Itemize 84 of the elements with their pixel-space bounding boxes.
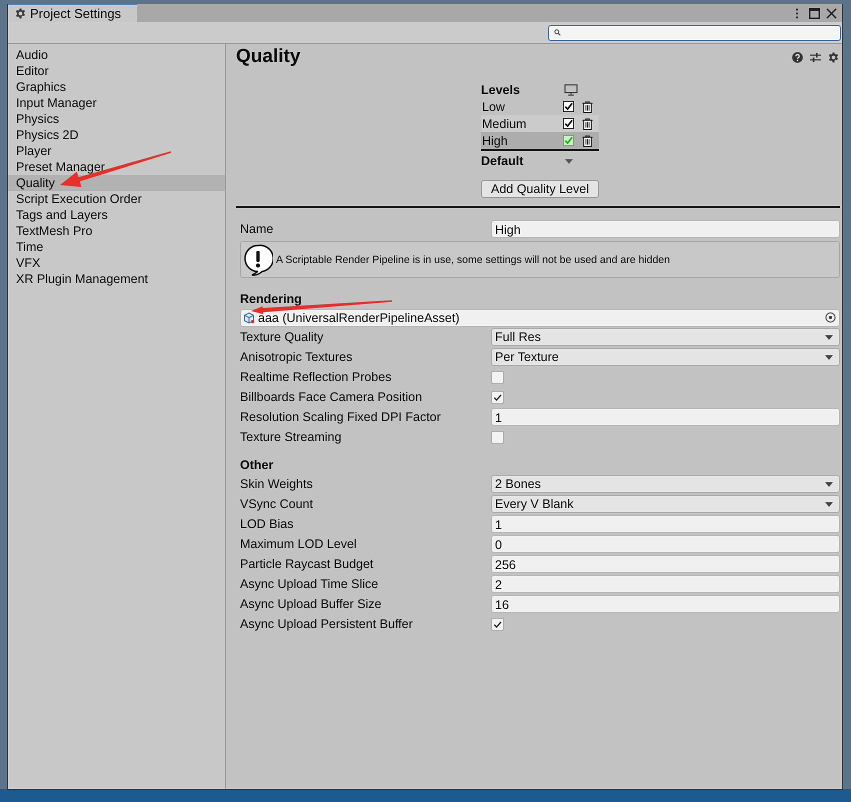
sidebar-item[interactable]: Time xyxy=(8,239,225,255)
sidebar-item[interactable]: Input Manager xyxy=(8,95,225,111)
sidebar-item[interactable]: Player xyxy=(8,143,225,159)
text-field[interactable]: High xyxy=(491,220,840,238)
text-field[interactable]: 0 xyxy=(491,535,840,553)
close-icon[interactable] xyxy=(826,8,837,18)
level-row[interactable]: Medium xyxy=(481,115,599,132)
field-label: Billboards Face Camera Position xyxy=(240,390,424,404)
checkbox[interactable] xyxy=(491,618,504,630)
sidebar-item[interactable]: Audio xyxy=(8,47,225,63)
window-tab[interactable]: Project Settings xyxy=(8,4,137,22)
field-label: Skin Weights xyxy=(240,477,314,491)
caret-icon xyxy=(825,502,833,506)
checkbox[interactable] xyxy=(491,430,504,444)
search-icon xyxy=(554,29,561,36)
sidebar-item[interactable]: XR Plugin Management xyxy=(8,271,225,287)
add-quality-level-button[interactable]: Add Quality Level xyxy=(481,180,599,198)
text-field[interactable]: 2 xyxy=(491,575,840,593)
level-name: High xyxy=(481,134,509,148)
sidebar-item[interactable]: Graphics xyxy=(8,79,225,95)
warning-bubble-icon xyxy=(243,244,273,276)
level-row[interactable]: High xyxy=(481,132,599,151)
dropdown-caret-icon[interactable] xyxy=(565,158,573,164)
search-field[interactable] xyxy=(548,24,841,40)
more-options-icon[interactable] xyxy=(795,8,799,18)
field-label: Texture Streaming xyxy=(240,430,342,444)
caret-icon xyxy=(825,354,833,360)
sidebar-item[interactable]: Preset Manager xyxy=(8,159,225,175)
warning-text: A Scriptable Render Pipeline is in use, some settings will not be used and are hidden xyxy=(276,254,670,266)
checkbox[interactable] xyxy=(563,118,574,129)
text-field[interactable]: 16 xyxy=(491,595,840,613)
checkbox[interactable] xyxy=(563,135,574,146)
object-picker-icon[interactable] xyxy=(825,312,836,323)
field-label: Async Upload Buffer Size xyxy=(240,597,383,611)
sidebar-item[interactable]: TextMesh Pro xyxy=(8,223,225,239)
dropdown-field[interactable]: 2 Bones xyxy=(491,475,840,493)
field-label: VSync Count xyxy=(240,497,314,511)
settings-icon[interactable] xyxy=(828,52,839,62)
sidebar-item[interactable]: VFX xyxy=(8,255,225,271)
text-field[interactable]: 1 xyxy=(491,408,840,426)
sidebar-item[interactable]: Physics 2D xyxy=(8,127,225,143)
field-label: Particle Raycast Budget xyxy=(240,557,374,571)
field-label: Resolution Scaling Fixed DPI Factor xyxy=(240,410,442,424)
maximize-icon[interactable] xyxy=(809,8,820,18)
field-label: Name xyxy=(240,222,274,236)
sidebar-item[interactable]: Script Execution Order xyxy=(8,191,225,207)
column-heading: Levels xyxy=(481,82,521,96)
trash-icon[interactable] xyxy=(582,134,593,146)
monitor-icon xyxy=(564,84,578,96)
field-label: LOD Bias xyxy=(240,517,294,531)
checkbox[interactable] xyxy=(563,101,574,112)
checkbox[interactable] xyxy=(491,370,504,384)
caret-icon xyxy=(825,482,833,486)
section-heading: Other xyxy=(240,458,274,472)
trash-icon[interactable] xyxy=(582,100,593,112)
sidebar-item[interactable]: Quality xyxy=(8,175,225,191)
dropdown-field[interactable]: Full Res xyxy=(491,328,840,346)
text-field[interactable]: 256 xyxy=(491,555,840,573)
sidebar-item[interactable]: Editor xyxy=(8,63,225,79)
level-name: Medium xyxy=(481,116,528,130)
caret-icon xyxy=(825,334,833,340)
default-label: Default xyxy=(481,154,524,168)
section-heading: Rendering xyxy=(240,292,302,306)
text-field[interactable]: 1 xyxy=(491,515,840,533)
checkbox[interactable] xyxy=(491,390,504,404)
level-name: Low xyxy=(481,100,506,114)
field-label: Maximum LOD Level xyxy=(240,537,358,551)
field-label: Realtime Reflection Probes xyxy=(240,370,392,384)
object-field[interactable]: aaa (UniversalRenderPipelineAsset) xyxy=(240,308,840,326)
sidebar-item[interactable]: Tags and Layers xyxy=(8,207,225,223)
field-label: Async Upload Persistent Buffer xyxy=(240,617,414,631)
field-label: Anisotropic Textures xyxy=(240,350,354,364)
level-row[interactable]: Low xyxy=(481,98,599,115)
field-label: Texture Quality xyxy=(240,330,324,344)
dropdown-field[interactable]: Per Texture xyxy=(491,348,840,366)
sidebar-item[interactable]: Physics xyxy=(8,111,225,127)
dropdown-field[interactable]: Every V Blank xyxy=(491,495,840,513)
gear-icon xyxy=(15,8,26,19)
trash-icon[interactable] xyxy=(582,118,593,130)
page-title: Quality xyxy=(236,45,300,69)
field-label: Async Upload Time Slice xyxy=(240,577,380,591)
cube-icon xyxy=(243,312,255,324)
help-icon[interactable] xyxy=(792,52,803,62)
sliders-icon[interactable] xyxy=(810,52,821,62)
